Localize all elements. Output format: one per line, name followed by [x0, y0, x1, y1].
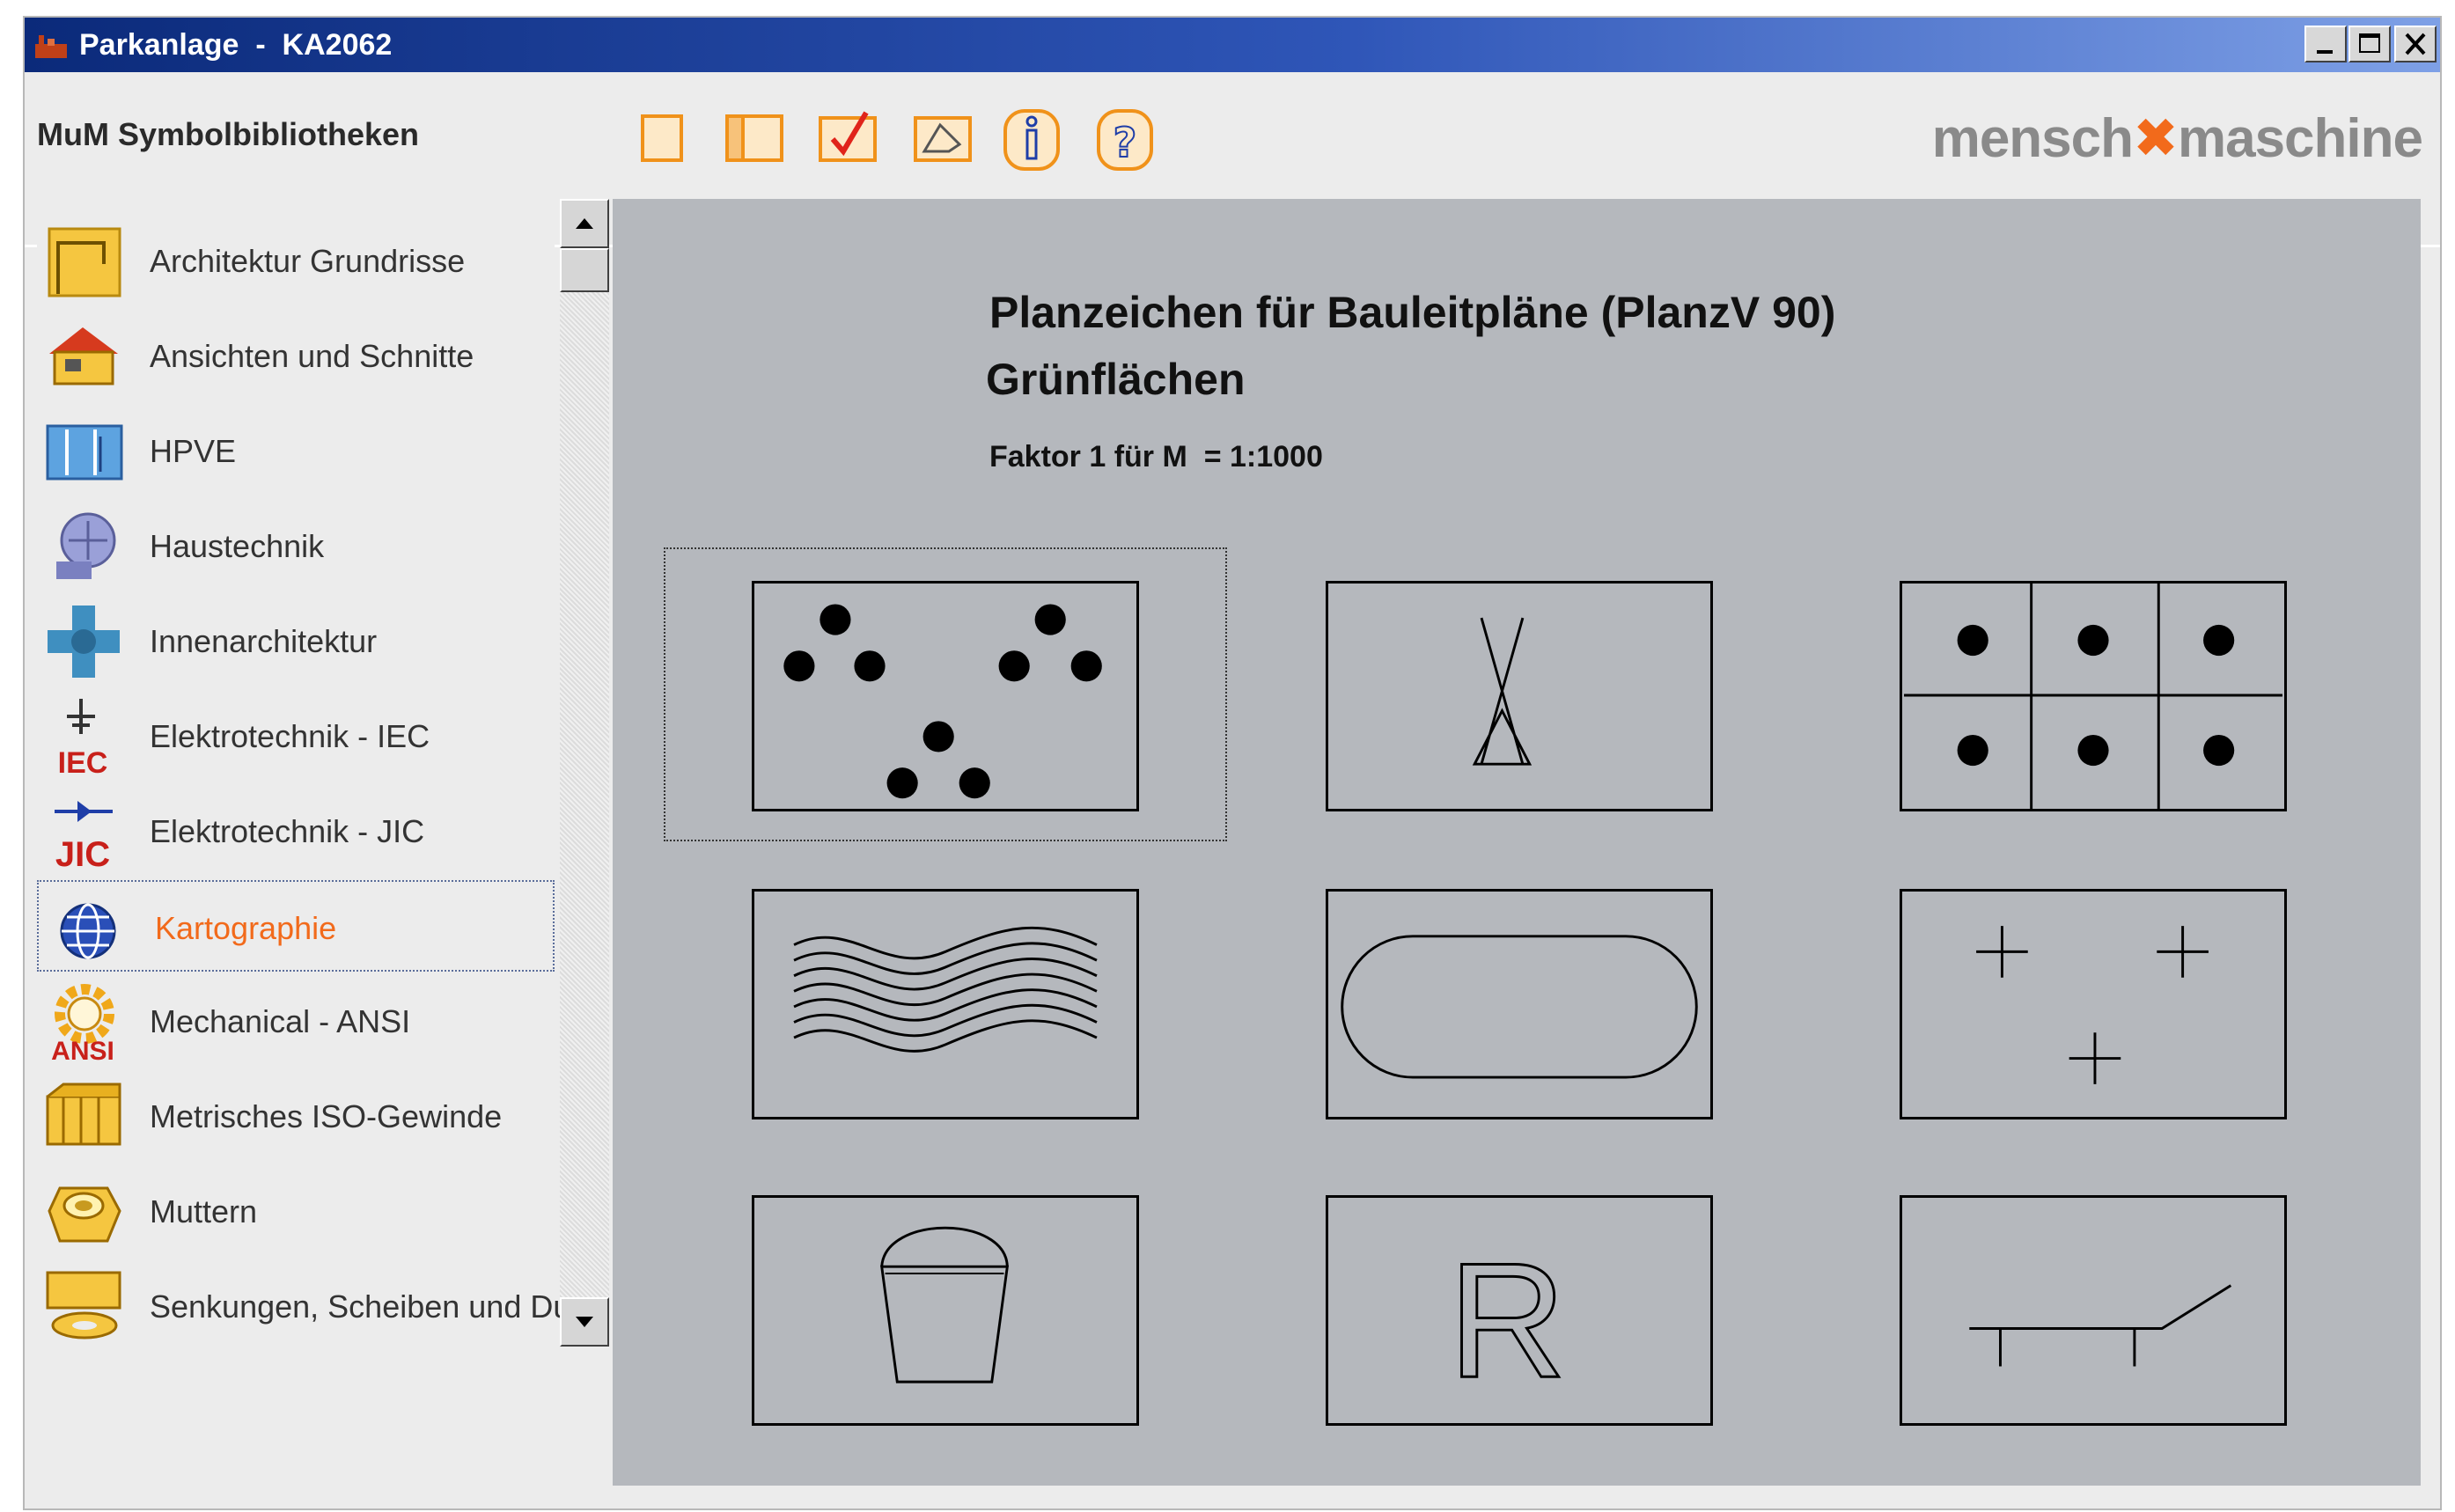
- window-title: Parkanlage - KA2062: [79, 28, 393, 62]
- brand-left: mensch: [1931, 108, 2134, 169]
- page-subtitle: Grünflächen: [986, 355, 1246, 404]
- svg-text:ANSI: ANSI: [51, 1037, 114, 1063]
- brand-logo: mensch✖maschine: [1931, 106, 2423, 170]
- maximize-icon: [2359, 33, 2380, 53]
- symbol-grid-dots[interactable]: [1900, 581, 2287, 811]
- thread-icon: [46, 1083, 121, 1146]
- sidebar-item-label: Muttern: [150, 1193, 258, 1229]
- symbol-letter-r[interactable]: R: [1326, 1195, 1713, 1426]
- washer-icon: [46, 1271, 121, 1340]
- symbol-dots-scatter[interactable]: [752, 581, 1139, 811]
- scale-factor: Faktor 1 für M = 1:1000: [989, 440, 1323, 473]
- blank-page-icon: [641, 114, 683, 162]
- sidebar-item-haustechnik[interactable]: Haustechnik: [37, 502, 555, 586]
- sidebar-item-label: Senkungen, Scheiben und Du: [150, 1288, 571, 1325]
- sidebar-item-iec[interactable]: IEC Elektrotechnik - IEC: [37, 692, 555, 778]
- letter-r-icon: R: [1447, 1229, 1568, 1413]
- dots-scatter-icon: [783, 604, 1102, 799]
- sidebar-item-senkungen[interactable]: Senkungen, Scheiben und Du: [37, 1262, 570, 1347]
- interior-icon: [48, 606, 120, 678]
- sidebar-item-label: Elektrotechnik - IEC: [150, 718, 430, 754]
- rounded-field-icon: [1341, 935, 1698, 1079]
- floorplan-icon: [48, 227, 121, 297]
- sidebar-item-label: Innenarchitektur: [150, 623, 378, 659]
- check-button[interactable]: [813, 106, 880, 172]
- symbol-lounger[interactable]: [1900, 1195, 2287, 1426]
- sidebar-item-ansichten[interactable]: Ansichten und Schnitte: [37, 312, 555, 396]
- help-icon: ?: [1097, 109, 1153, 171]
- insert-symbol-icon: [914, 116, 972, 162]
- sidebar-item-label: Haustechnik: [150, 528, 325, 564]
- sidebar-scrollbar[interactable]: [560, 199, 609, 1347]
- minimize-button[interactable]: [2304, 26, 2347, 62]
- brand-right: maschine: [2177, 108, 2423, 169]
- app-icon: [35, 35, 67, 58]
- svg-text:IEC: IEC: [58, 746, 108, 778]
- sidebar-item-label: HPVE: [150, 433, 237, 469]
- sidebar-item-label: Metrisches ISO-Gewinde: [150, 1098, 503, 1134]
- sidebar-item-label: Elektrotechnik - JIC: [150, 813, 425, 849]
- bucket-icon: [880, 1226, 1010, 1384]
- svg-text:?: ?: [1114, 119, 1137, 166]
- globe-icon: [60, 903, 116, 959]
- info-button[interactable]: [998, 106, 1065, 172]
- house-icon: [49, 327, 118, 385]
- scroll-up-button[interactable]: [560, 199, 609, 248]
- open-button[interactable]: [720, 106, 787, 172]
- sidebar-item-label: Kartographie: [155, 910, 337, 946]
- symbol-rounded-field[interactable]: [1326, 889, 1713, 1119]
- symbol-bucket[interactable]: [752, 1195, 1139, 1426]
- sidebar-item-ansi[interactable]: ANSI Mechanical - ANSI: [37, 977, 555, 1063]
- arrow-up-icon: [576, 218, 593, 229]
- close-button[interactable]: [2394, 26, 2437, 62]
- svg-text:JIC: JIC: [55, 835, 110, 873]
- title-bar[interactable]: Parkanlage - KA2062: [25, 18, 2440, 72]
- arrow-down-icon: [576, 1317, 593, 1327]
- checkmark-icon: [819, 111, 877, 162]
- nut-icon: [48, 1186, 121, 1243]
- sidebar-item-architektur[interactable]: Architektur Grundrisse: [37, 217, 555, 301]
- sidebar-item-muttern[interactable]: Muttern: [37, 1167, 555, 1251]
- sidebar-item-hpve[interactable]: HPVE: [37, 407, 555, 491]
- lounger-icon: [1969, 1284, 2232, 1367]
- sidebar-item-label: Architektur Grundrisse: [150, 243, 466, 279]
- svg-text:R: R: [1448, 1229, 1566, 1412]
- symbol-panel: Planzeichen für Bauleitpläne (PlanzV 90)…: [613, 199, 2421, 1486]
- insert-button[interactable]: [908, 106, 975, 172]
- sidebar-item-iso-gewinde[interactable]: Metrisches ISO-Gewinde: [37, 1072, 555, 1156]
- sidebar-item-jic[interactable]: JIC Elektrotechnik - JIC: [37, 787, 555, 873]
- sidebar: Architektur Grundrisse Ansichten und Sch…: [37, 199, 570, 1475]
- haustechnik-icon: [56, 512, 116, 579]
- iec-icon: IEC: [58, 699, 108, 778]
- minimize-icon: [2317, 50, 2333, 54]
- header: MuM Symbolbibliotheken ? mensch✖maschine: [25, 72, 2440, 247]
- info-icon: [1003, 109, 1060, 171]
- maximize-button[interactable]: [2348, 26, 2391, 62]
- symbol-tent[interactable]: [1326, 581, 1713, 811]
- open-book-icon: [725, 114, 783, 162]
- symbol-waves[interactable]: [752, 889, 1139, 1119]
- waves-icon: [793, 926, 1098, 1053]
- close-icon: [2405, 33, 2426, 55]
- sidebar-item-innenarchitektur[interactable]: Innenarchitektur: [37, 597, 555, 681]
- sidebar-item-kartographie[interactable]: Kartographie: [37, 880, 555, 972]
- symbol-crosses[interactable]: [1900, 889, 2287, 1119]
- tent-icon: [1472, 617, 1533, 766]
- gear-icon: ANSI: [51, 984, 114, 1063]
- new-button[interactable]: [630, 106, 697, 172]
- crosses-icon: [1976, 926, 2209, 1084]
- scroll-thumb[interactable]: [560, 248, 609, 292]
- grid-dots-icon: [1904, 584, 2282, 809]
- hpve-icon: [46, 424, 123, 481]
- jic-icon: JIC: [55, 801, 113, 873]
- scroll-down-button[interactable]: [560, 1297, 609, 1347]
- app-window: Parkanlage - KA2062 MuM Symbolbibliothek…: [23, 16, 2442, 1510]
- library-title: MuM Symbolbibliotheken: [37, 116, 420, 152]
- page-title: Planzeichen für Bauleitpläne (PlanzV 90): [989, 288, 1836, 337]
- brand-x-icon: ✖: [2133, 108, 2179, 169]
- sidebar-item-label: Ansichten und Schnitte: [150, 338, 474, 374]
- sidebar-item-label: Mechanical - ANSI: [150, 1003, 411, 1039]
- help-button[interactable]: ?: [1092, 106, 1158, 172]
